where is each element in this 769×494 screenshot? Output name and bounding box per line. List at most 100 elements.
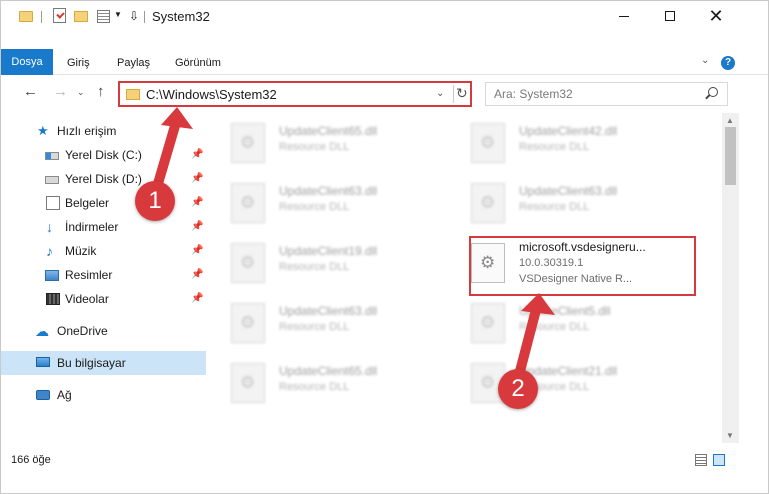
dll-file-icon [231, 363, 265, 403]
file-name: UpdateClient5.dll [519, 304, 611, 318]
file-item[interactable]: UpdateClient19.dll Resource DLL [207, 235, 427, 287]
toolbar-divider [41, 11, 42, 23]
properties-icon[interactable] [97, 10, 110, 23]
dll-file-icon [231, 183, 265, 223]
pin-arrow-icon[interactable]: ⇩ [129, 9, 139, 25]
tab-view[interactable]: Görünüm [175, 51, 221, 75]
videos-icon [46, 293, 60, 305]
tab-share[interactable]: Paylaş [117, 51, 150, 75]
search-placeholder: Ara: System32 [494, 87, 573, 101]
documents-icon [46, 196, 60, 210]
sidebar-item-label: Yerel Disk (D:) [65, 172, 142, 186]
sidebar-item-label: Videolar [65, 292, 109, 306]
help-icon[interactable]: ? [721, 56, 735, 70]
sidebar-item-label: Hızlı erişim [57, 124, 117, 138]
tab-home[interactable]: Giriş [67, 51, 90, 75]
file-item[interactable]: UpdateClient63.dll Resource DLL [207, 175, 427, 227]
sidebar-item-local-disk-d[interactable]: Yerel Disk (D:) 📌 [1, 167, 206, 191]
sidebar-item-label: Resimler [65, 268, 113, 282]
minimize-button[interactable] [601, 1, 647, 31]
refresh-icon[interactable]: ↻ [456, 85, 468, 102]
navigation-pane: ★ Hızlı erişim Yerel Disk (C:) 📌 Yerel D… [1, 113, 206, 443]
scroll-down-icon[interactable]: ▼ [726, 431, 734, 440]
dll-file-icon [471, 303, 505, 343]
file-item[interactable]: UpdateClient63.dll Resource DLL [207, 295, 427, 347]
sidebar-item-label: Müzik [65, 244, 97, 258]
address-bar[interactable]: C:\Windows\System32 ⌄ ↻ [118, 81, 472, 107]
sidebar-item-label: Yerel Disk (C:) [65, 148, 142, 162]
file-item[interactable]: UpdateClient5.dll Resource DLL [447, 295, 667, 347]
cloud-icon: ☁ [35, 323, 49, 339]
sidebar-item-music[interactable]: ♪ Müzik 📌 [1, 239, 206, 263]
file-item[interactable]: UpdateClient65.dll Resource DLL [207, 355, 427, 407]
file-type: Resource DLL [279, 321, 350, 333]
pin-icon[interactable]: 📌 [191, 173, 203, 184]
file-item[interactable]: UpdateClient63.dll Resource DLL [447, 175, 667, 227]
sidebar-item-local-disk-c[interactable]: Yerel Disk (C:) 📌 [1, 143, 206, 167]
folder-icon [126, 89, 140, 100]
sidebar-item-label: Ağ [57, 388, 72, 402]
step-2-badge: 2 [498, 369, 538, 409]
network-icon [36, 390, 50, 400]
pin-icon[interactable]: 📌 [191, 245, 203, 256]
pin-icon[interactable]: 📌 [191, 221, 203, 232]
search-icon[interactable] [708, 87, 718, 97]
minimize-icon [619, 15, 629, 17]
address-divider [453, 85, 454, 103]
pin-icon[interactable]: 📌 [191, 197, 203, 208]
item-count: 166 öğe [11, 454, 51, 466]
pin-icon[interactable]: 📌 [191, 269, 203, 280]
sidebar-item-quick-access[interactable]: ★ Hızlı erişim [1, 119, 206, 143]
properties-check-icon[interactable] [53, 8, 66, 23]
ribbon-tabs: Dosya Giriş Paylaş Görünüm ⌄ ? [1, 49, 768, 75]
maximize-button[interactable] [647, 1, 693, 31]
file-item[interactable]: UpdateClient42.dll Resource DLL [447, 115, 667, 167]
sidebar-item-this-pc[interactable]: Bu bilgisayar [1, 351, 206, 375]
details-view-icon[interactable] [695, 454, 707, 466]
forward-arrow-icon[interactable]: → [53, 83, 68, 100]
tab-file[interactable]: Dosya [1, 49, 53, 75]
file-type: Resource DLL [279, 201, 350, 213]
pin-icon[interactable]: 📌 [191, 149, 203, 160]
status-bar: 166 öğe [1, 449, 768, 473]
explorer-window: ▼ ⇩ System32 ✕ Dosya Giriş Paylaş Görünü… [0, 0, 769, 494]
address-dropdown-icon[interactable]: ⌄ [436, 88, 444, 99]
sidebar-item-label: Belgeler [65, 196, 110, 210]
downloads-icon: ↓ [46, 219, 53, 235]
star-icon: ★ [37, 123, 49, 138]
file-name: UpdateClient63.dll [519, 184, 618, 198]
sidebar-item-videos[interactable]: Videolar 📌 [1, 287, 206, 311]
scroll-up-icon[interactable]: ▲ [726, 116, 734, 125]
sidebar-item-label: İndirmeler [65, 220, 119, 234]
sidebar-item-downloads[interactable]: ↓ İndirmeler 📌 [1, 215, 206, 239]
scroll-thumb[interactable] [725, 127, 736, 185]
pin-icon[interactable]: 📌 [191, 293, 203, 304]
back-arrow-icon[interactable]: ← [23, 83, 38, 100]
dll-file-icon [471, 123, 505, 163]
ribbon-expand-chevron-icon[interactable]: ⌄ [701, 55, 709, 66]
file-item[interactable]: UpdateClient21.dll Resource DLL [447, 355, 667, 407]
file-type: Resource DLL [519, 201, 590, 213]
music-icon: ♪ [46, 243, 53, 259]
up-arrow-icon[interactable]: ↑ [97, 83, 105, 100]
file-type: Resource DLL [519, 321, 590, 333]
tiles-view-icon[interactable] [713, 454, 725, 466]
search-input[interactable]: Ara: System32 [485, 82, 728, 106]
file-item[interactable]: UpdateClient65.dll Resource DLL [207, 115, 427, 167]
recent-locations-chevron-icon[interactable]: ⌄ [77, 87, 85, 98]
sidebar-item-pictures[interactable]: Resimler 📌 [1, 263, 206, 287]
quick-access-dropdown-icon[interactable]: ▼ [114, 10, 122, 26]
sidebar-item-documents[interactable]: Belgeler 📌 [1, 191, 206, 215]
maximize-icon [665, 11, 675, 21]
new-folder-icon[interactable] [74, 11, 88, 22]
folder-icon [19, 11, 33, 22]
sidebar-item-onedrive[interactable]: ☁ OneDrive [1, 319, 206, 343]
file-name: UpdateClient65.dll [279, 124, 378, 138]
address-path[interactable]: C:\Windows\System32 [146, 87, 277, 102]
dll-file-icon [231, 303, 265, 343]
sidebar-item-network[interactable]: Ağ [1, 383, 206, 407]
vertical-scrollbar[interactable]: ▲ ▼ [722, 113, 739, 443]
close-button[interactable]: ✕ [693, 1, 739, 31]
dll-file-icon [231, 123, 265, 163]
file-name: UpdateClient63.dll [279, 184, 378, 198]
